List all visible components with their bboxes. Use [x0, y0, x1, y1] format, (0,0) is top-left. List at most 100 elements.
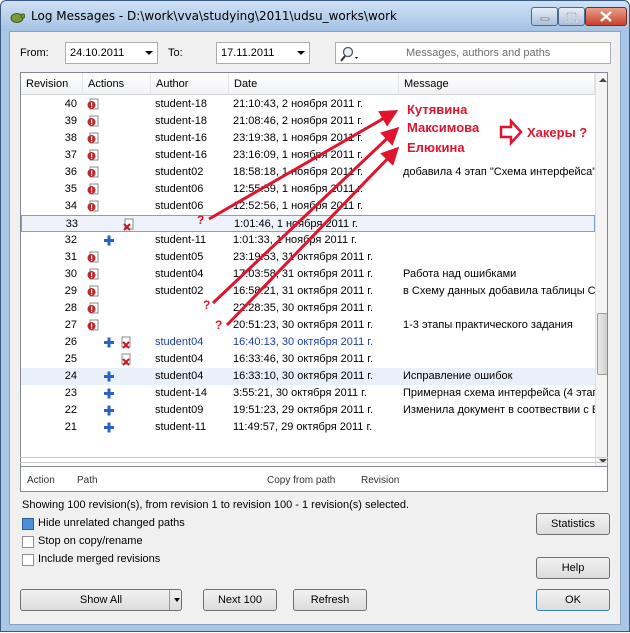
revision-number: 32: [64, 234, 77, 246]
hide-unrelated-label[interactable]: Hide unrelated changed paths: [38, 517, 185, 529]
revision-actions: [87, 250, 147, 265]
revision-actions: [87, 352, 147, 367]
modified-icon: [87, 115, 99, 131]
revision-author: student-16: [155, 149, 207, 161]
pane-splitter[interactable]: [20, 457, 608, 463]
modified-icon: [87, 268, 99, 284]
revision-row[interactable]: 23 student-14 3:55:21, 30 октября 2011 г. П…: [21, 385, 595, 402]
stop-on-copy-label[interactable]: Stop on copy/rename: [38, 535, 143, 547]
search-icon[interactable]: [340, 45, 362, 63]
added-icon: [103, 421, 115, 437]
revision-row[interactable]: 35 student06 12:55:59, 1 ноября 2011 г.: [21, 181, 595, 198]
revision-row[interactable]: 39 student-18 21:08:46, 2 ноября 2011 г.: [21, 113, 595, 130]
annotation-question-1: ?: [197, 213, 205, 227]
from-date-picker[interactable]: 24.10.2011: [65, 42, 158, 64]
revision-actions: [87, 403, 147, 418]
added-icon: [103, 404, 115, 420]
column-header-message[interactable]: Message: [399, 73, 595, 95]
revision-author: student06: [155, 200, 204, 212]
search-placeholder: Messages, authors and paths: [406, 47, 551, 59]
stop-on-copy-checkbox[interactable]: [22, 536, 34, 548]
revision-message: добавила 4 этап "Схема интерфейса": [403, 166, 595, 178]
revision-row[interactable]: 38 student-16 23:19:38, 1 ноября 2011 г.: [21, 130, 595, 147]
revision-row[interactable]: 34 student06 12:52:56, 1 ноября 2011 г.: [21, 198, 595, 215]
log-messages-window: Log Messages - D:\work\vva\studying\2011…: [0, 0, 630, 632]
revision-actions: [87, 233, 147, 248]
revision-row[interactable]: 21 student-11 11:49:57, 29 октября 2011 г.: [21, 419, 595, 436]
revision-row[interactable]: 30 student04 17:03:58, 31 октября 2011 г. Р…: [21, 266, 595, 283]
hide-unrelated-checkbox[interactable]: [22, 518, 34, 530]
minimize-button[interactable]: [531, 7, 558, 26]
close-button[interactable]: [585, 7, 627, 26]
revision-row[interactable]: 29 student02 16:58:21, 31 октября 2011 г. в…: [21, 283, 595, 300]
revision-row[interactable]: 31 student05 23:19:53, 31 октября 2011 г.: [21, 249, 595, 266]
search-field[interactable]: Messages, authors and paths: [335, 42, 611, 64]
revision-message: в Схему данных добавила таблицы С: [403, 285, 595, 297]
include-merged-checkbox[interactable]: [22, 554, 34, 566]
vertical-scroll-thumb[interactable]: [597, 313, 607, 375]
from-date-value: 24.10.2011: [70, 47, 125, 59]
vertical-scrollbar[interactable]: [595, 73, 607, 469]
paths-header-path[interactable]: Path: [77, 475, 98, 486]
revision-row[interactable]: 22 student09 19:51:23, 29 октября 2011 г. И…: [21, 402, 595, 419]
title-bar[interactable]: Log Messages - D:\work\vva\studying\2011…: [1, 1, 629, 31]
maximize-button[interactable]: [558, 7, 585, 26]
dropdown-arrow-icon[interactable]: [174, 598, 180, 602]
revision-date: 12:52:56, 1 ноября 2011 г.: [233, 200, 363, 212]
revision-row[interactable]: 24 student04 16:33:10, 30 октября 2011 г. И…: [21, 368, 595, 385]
statistics-button[interactable]: Statistics: [536, 513, 610, 535]
refresh-button[interactable]: Refresh: [293, 589, 367, 611]
from-label: From:: [20, 47, 49, 59]
revision-number: 37: [64, 149, 77, 161]
revision-row[interactable]: 36 student02 18:58:18, 1 ноября 2011 г. доб…: [21, 164, 595, 181]
revision-number: 22: [64, 404, 77, 416]
column-header-date[interactable]: Date: [229, 73, 399, 95]
revision-row[interactable]: 32 student-11 1:01:33, 1 ноября 2011 г.: [21, 232, 595, 249]
changed-paths-list[interactable]: Action Path Copy from path Revision: [20, 466, 608, 492]
paths-header-copy-from-path[interactable]: Copy from path: [267, 475, 335, 486]
column-header-actions[interactable]: Actions: [83, 73, 151, 95]
paths-header-action[interactable]: Action: [27, 475, 55, 486]
revision-number: 31: [64, 251, 77, 263]
revision-row[interactable]: 28 22:28:35, 30 октября 2011 г.: [21, 300, 595, 317]
revision-author: student09: [155, 404, 204, 416]
annotation-name-3: Елюкина: [407, 140, 465, 155]
show-all-button[interactable]: Show All: [20, 589, 182, 611]
revision-author: student-18: [155, 115, 207, 127]
revision-row[interactable]: 33 1:01:46, 1 ноября 2011 г.: [21, 215, 595, 232]
revision-actions: [87, 267, 147, 282]
revision-number: 21: [64, 421, 77, 433]
include-merged-label[interactable]: Include merged revisions: [38, 553, 160, 565]
revision-number: 25: [64, 353, 77, 365]
paths-header-revision[interactable]: Revision: [361, 475, 399, 486]
revision-list[interactable]: Revision Actions Author Date Message 40 s…: [20, 72, 608, 484]
revision-actions: [87, 386, 147, 401]
ok-button[interactable]: OK: [536, 589, 610, 611]
revision-number: 26: [64, 336, 77, 348]
column-header-author[interactable]: Author: [151, 73, 229, 95]
next-100-button[interactable]: Next 100: [203, 589, 277, 611]
revision-number: 40: [64, 98, 77, 110]
deleted-icon: [120, 353, 132, 369]
window-title: Log Messages - D:\work\vva\studying\2011…: [31, 9, 397, 23]
revision-row[interactable]: 25 student04 16:33:46, 30 октября 2011 г.: [21, 351, 595, 368]
scroll-up-icon[interactable]: [599, 78, 607, 82]
revision-message: Изменила документ в соотвествии с Е: [403, 404, 595, 416]
to-date-picker[interactable]: 17.11.2011: [216, 42, 310, 64]
revision-message: Исправление ошибок: [403, 370, 513, 382]
revision-row[interactable]: 26 student04 16:40:13, 30 октября 2011 г.: [21, 334, 595, 351]
help-button[interactable]: Help: [536, 557, 610, 579]
revision-actions: [87, 369, 147, 384]
revision-number: 33: [65, 218, 78, 230]
close-icon: [600, 11, 612, 22]
revision-row[interactable]: 27 20:51:23, 30 октября 2011 г. 1-3 этапы …: [21, 317, 595, 334]
revision-row[interactable]: 37 student-16 23:16:09, 1 ноября 2011 г.: [21, 147, 595, 164]
modified-icon: [87, 98, 99, 114]
revision-row[interactable]: 40 student-18 21:10:43, 2 ноября 2011 г.: [21, 96, 595, 113]
revision-number: 39: [64, 115, 77, 127]
revision-date: 20:51:23, 30 октября 2011 г.: [233, 319, 374, 331]
revision-actions: [87, 97, 147, 112]
column-header-revision[interactable]: Revision: [21, 73, 83, 95]
deleted-icon: [120, 336, 132, 352]
revision-number: 36: [64, 166, 77, 178]
